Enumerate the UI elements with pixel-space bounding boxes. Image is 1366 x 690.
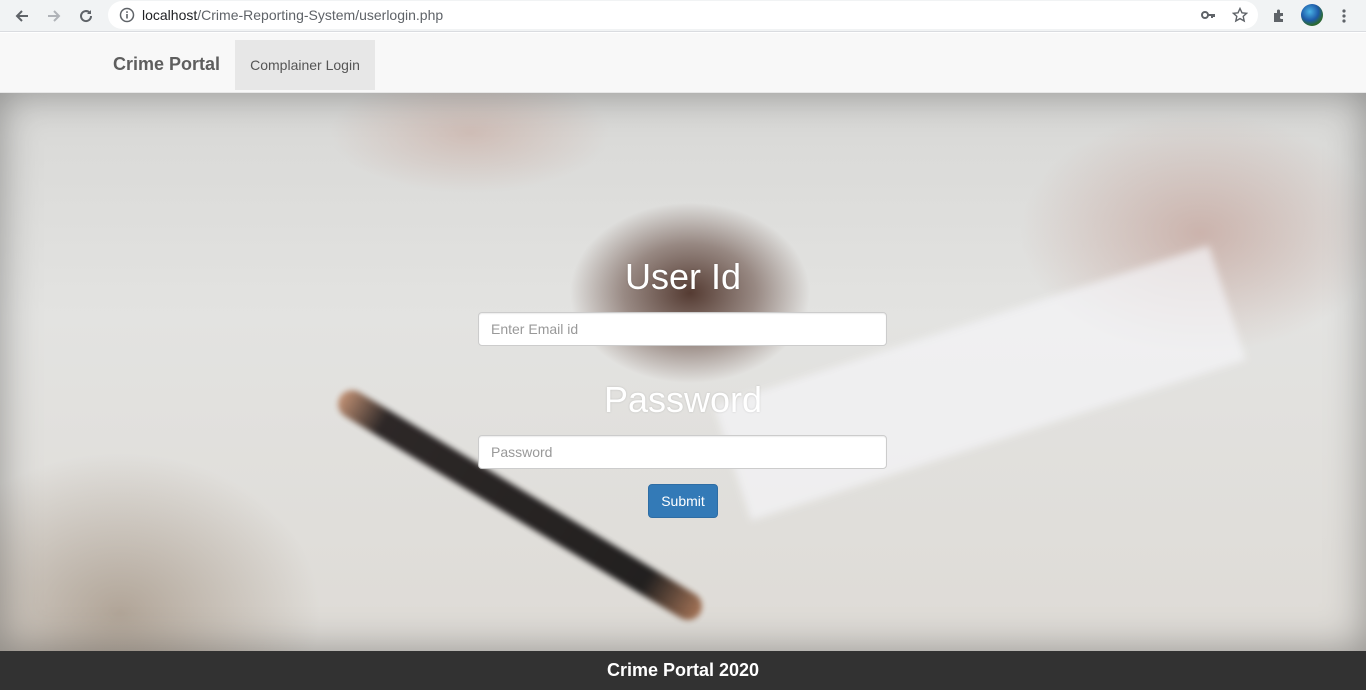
back-arrow-icon[interactable]	[10, 4, 34, 28]
email-input[interactable]	[478, 312, 887, 346]
extensions-puzzle-icon[interactable]	[1267, 4, 1291, 28]
site-navbar: Crime Portal Complainer Login	[0, 33, 1366, 93]
key-icon[interactable]	[1199, 6, 1217, 24]
password-label: Password	[603, 379, 763, 420]
url-text: localhost/Crime-Reporting-System/userlog…	[142, 7, 444, 23]
submit-button[interactable]: Submit	[648, 484, 718, 518]
forward-arrow-icon[interactable]	[42, 4, 66, 28]
address-bar[interactable]: localhost/Crime-Reporting-System/userlog…	[108, 1, 1258, 29]
browser-toolbar: localhost/Crime-Reporting-System/userlog…	[0, 0, 1366, 32]
footer: Crime Portal 2020	[0, 651, 1366, 690]
nav-complainer-login[interactable]: Complainer Login	[235, 40, 375, 90]
user-id-label: User Id	[624, 256, 742, 297]
background-photo	[0, 93, 1366, 651]
password-input[interactable]	[478, 435, 887, 469]
bookmark-star-icon[interactable]	[1231, 6, 1249, 24]
brand-link[interactable]: Crime Portal	[113, 54, 220, 75]
menu-kebab-icon[interactable]	[1332, 4, 1356, 28]
footer-text: Crime Portal 2020	[606, 660, 760, 680]
vignette	[0, 93, 1366, 651]
reload-icon[interactable]	[74, 4, 98, 28]
profile-avatar[interactable]	[1301, 4, 1323, 26]
info-icon[interactable]	[119, 7, 135, 28]
